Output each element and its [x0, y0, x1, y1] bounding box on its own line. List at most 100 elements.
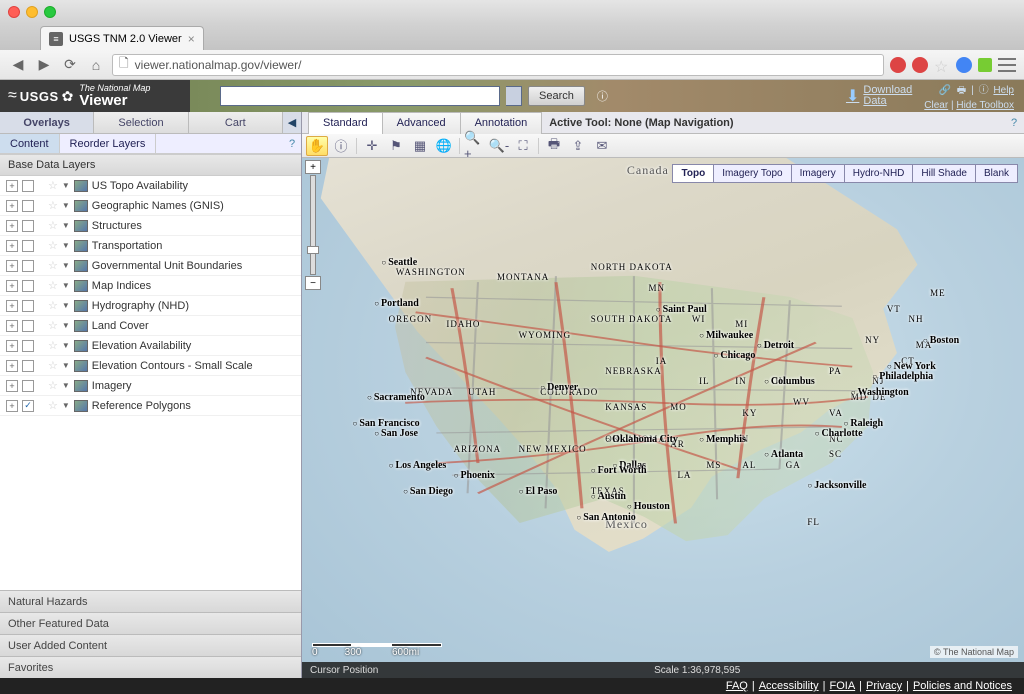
tab-selection[interactable]: Selection [94, 112, 188, 133]
favorite-star-icon[interactable]: ☆ [48, 379, 58, 392]
favorite-star-icon[interactable]: ☆ [48, 199, 58, 212]
hand-icon[interactable]: ✋ [306, 136, 328, 156]
map-canvas[interactable]: CanadaMexicoWASHINGTONMONTANANORTH DAKOT… [302, 158, 1024, 678]
zoom-out-button[interactable]: − [305, 276, 321, 290]
layer-checkbox[interactable] [22, 220, 34, 232]
expand-icon[interactable]: + [6, 180, 18, 192]
clear-link[interactable]: Clear [924, 100, 948, 111]
panel-section[interactable]: Favorites [0, 656, 301, 678]
favorite-star-icon[interactable]: ☆ [48, 339, 58, 352]
basemap-button[interactable]: Imagery [791, 164, 845, 183]
expand-icon[interactable]: + [6, 260, 18, 272]
layer-checkbox[interactable] [22, 340, 34, 352]
hide-toolbox-link[interactable]: Hide Toolbox [956, 100, 1014, 111]
print-icon[interactable]: 🖶 [543, 136, 565, 156]
favorite-star-icon[interactable]: ☆ [48, 279, 58, 292]
favorite-star-icon[interactable]: ☆ [48, 319, 58, 332]
expand-icon[interactable]: + [6, 360, 18, 372]
zoom-in-button[interactable]: + [305, 160, 321, 174]
basemap-button[interactable]: Hill Shade [912, 164, 976, 183]
layer-menu-icon[interactable]: ▼ [62, 261, 70, 270]
layer-checkbox[interactable] [22, 260, 34, 272]
print-icon[interactable]: 🖶 [954, 83, 968, 100]
expand-icon[interactable]: + [6, 300, 18, 312]
toolbar-help-icon[interactable]: ? [1004, 117, 1024, 129]
window-zoom-icon[interactable] [44, 6, 56, 18]
layer-menu-icon[interactable]: ▼ [62, 321, 70, 330]
layer-menu-icon[interactable]: ▼ [62, 361, 70, 370]
export-icon[interactable]: ⇪ [567, 136, 589, 156]
layer-menu-icon[interactable]: ▼ [62, 381, 70, 390]
zoom-slider[interactable] [310, 175, 316, 275]
favorite-star-icon[interactable]: ☆ [48, 179, 58, 192]
reload-icon[interactable]: ⟳ [60, 55, 80, 75]
collapse-panel-icon[interactable]: ◀ [283, 112, 301, 133]
address-bar[interactable]: 🗋 viewer.nationalmap.gov/viewer/ [112, 54, 884, 76]
expand-icon[interactable]: + [6, 340, 18, 352]
share-icon[interactable]: ✉ [591, 136, 613, 156]
subtab-content[interactable]: Content [0, 134, 60, 153]
flag-icon[interactable]: ⚑ [385, 136, 407, 156]
expand-icon[interactable]: + [6, 380, 18, 392]
link-icon[interactable]: 🔗 [938, 85, 952, 96]
layer-checkbox[interactable] [22, 360, 34, 372]
bookmark-star-icon[interactable]: ☆ [934, 57, 950, 73]
layers-icon[interactable]: ▦ [409, 136, 431, 156]
favorite-star-icon[interactable]: ☆ [48, 359, 58, 372]
browser-menu-icon[interactable] [998, 58, 1016, 72]
expand-icon[interactable]: + [6, 280, 18, 292]
zoom-extent-icon[interactable]: ⛶ [512, 136, 534, 156]
expand-icon[interactable]: + [6, 200, 18, 212]
basemap-button[interactable]: Hydro-NHD [844, 164, 914, 183]
favorite-star-icon[interactable]: ☆ [48, 239, 58, 252]
footer-link[interactable]: Privacy [866, 680, 902, 692]
expand-icon[interactable]: + [6, 220, 18, 232]
footer-link[interactable]: Policies and Notices [913, 680, 1012, 692]
window-close-icon[interactable] [8, 6, 20, 18]
extension-icon[interactable] [978, 58, 992, 72]
layer-checkbox[interactable] [22, 180, 34, 192]
zoom-out-icon[interactable]: 🔍- [488, 136, 510, 156]
favorite-star-icon[interactable]: ☆ [48, 299, 58, 312]
layer-menu-icon[interactable]: ▼ [62, 281, 70, 290]
basemap-button[interactable]: Imagery Topo [713, 164, 791, 183]
tab-cart[interactable]: Cart [189, 112, 283, 133]
tab-close-icon[interactable]: × [188, 32, 195, 46]
tab-standard[interactable]: Standard [308, 112, 383, 134]
search-button[interactable]: Search [528, 86, 585, 106]
layer-checkbox[interactable] [22, 380, 34, 392]
panel-section[interactable]: User Added Content [0, 634, 301, 656]
layer-menu-icon[interactable]: ▼ [62, 201, 70, 210]
window-minimize-icon[interactable] [26, 6, 38, 18]
section-header[interactable]: Base Data Layers [0, 154, 301, 176]
expand-icon[interactable]: + [6, 240, 18, 252]
extension-icon[interactable] [956, 57, 972, 73]
download-data-link[interactable]: ⬇ Download Data [846, 85, 912, 107]
panel-section[interactable]: Other Featured Data [0, 612, 301, 634]
basemap-button[interactable]: Blank [975, 164, 1018, 183]
layer-menu-icon[interactable]: ▼ [62, 181, 70, 190]
layer-checkbox[interactable] [22, 280, 34, 292]
favorite-star-icon[interactable]: ☆ [48, 399, 58, 412]
layer-checkbox[interactable]: ✓ [22, 400, 34, 412]
globe-icon[interactable]: 🌐 [433, 136, 455, 156]
subtab-reorder[interactable]: Reorder Layers [60, 134, 157, 153]
layer-checkbox[interactable] [22, 320, 34, 332]
layer-checkbox[interactable] [22, 240, 34, 252]
help-link[interactable]: Help [993, 85, 1014, 96]
search-help-icon[interactable]: ⓘ [597, 88, 608, 104]
tab-advanced[interactable]: Advanced [382, 112, 461, 134]
forward-icon[interactable]: ▶ [34, 55, 54, 75]
back-icon[interactable]: ◀ [8, 55, 28, 75]
layer-menu-icon[interactable]: ▼ [62, 341, 70, 350]
favorite-star-icon[interactable]: ☆ [48, 259, 58, 272]
layer-menu-icon[interactable]: ▼ [62, 301, 70, 310]
expand-icon[interactable]: + [6, 400, 18, 412]
footer-link[interactable]: FAQ [726, 680, 748, 692]
panel-section[interactable]: Natural Hazards [0, 590, 301, 612]
crosshair-icon[interactable]: ✛ [361, 136, 383, 156]
extension-icon[interactable] [912, 57, 928, 73]
favorite-star-icon[interactable]: ☆ [48, 219, 58, 232]
tab-overlays[interactable]: Overlays [0, 112, 94, 133]
footer-link[interactable]: Accessibility [759, 680, 819, 692]
